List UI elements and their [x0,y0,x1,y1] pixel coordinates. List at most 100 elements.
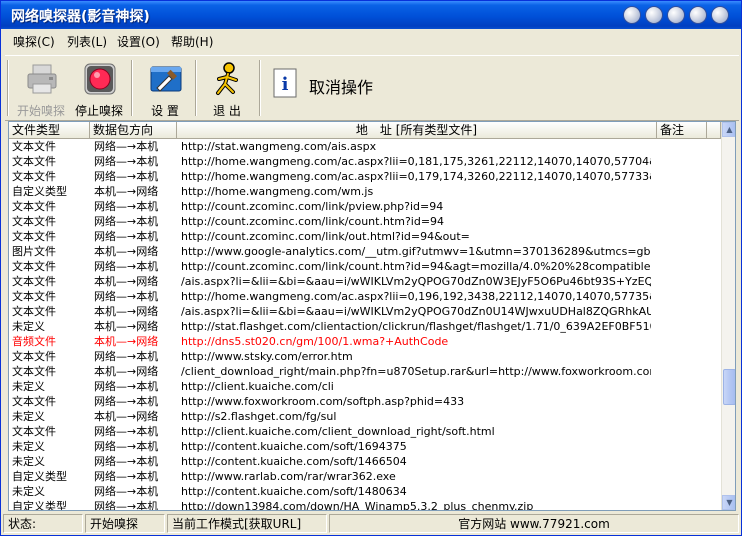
table-row[interactable]: 文本文件 本机—→网络/ais.aspx?li=&lii=&bi=&aau=i/w… [9,304,721,319]
cell-direction: 网络—→本机 [94,140,159,153]
cell-address: http://count.zcominc.com/link/count.htm?… [181,260,651,273]
cell-file-type: 文本文件 [12,290,56,303]
table-row[interactable]: 图片文件 本机—→网络 http://www.google-analytics.co… [9,244,721,259]
cell-address: http://down13984.com/down/HA_Winamp5.3.2… [181,500,534,511]
start-sniff-label: 开始嗅探 [16,104,65,118]
table-row[interactable]: 自定义类型 本机—→网络 http://home.wangmeng.com/wm.j… [9,184,721,199]
vertical-scrollbar[interactable]: ▲ ▼ [721,122,735,510]
cell-file-type: 未定义 [12,440,45,453]
scroll-down-icon[interactable]: ▼ [722,495,735,510]
cell-address: http://home.wangmeng.com/ac.aspx?lii=0,1… [181,290,651,303]
printer-icon [27,64,57,94]
table-header: 文件类型 数据包方向 地 址 [所有类型文件] 备注 [9,122,721,139]
cell-direction: 网络—→本机 [94,170,159,183]
cell-direction: 网络—→本机 [94,380,159,393]
table-row[interactable]: 文本文件 网络—→本机 http://home.wangmeng.com/ac.as… [9,169,721,184]
cell-file-type: 未定义 [12,320,45,333]
help-icon[interactable] [623,6,641,24]
stop-sniff-button[interactable]: 停止嗅探 [71,58,127,118]
status-bar: 状态: 开始嗅探 当前工作模式[获取URL] 官方网站 www.77921.co… [1,513,741,535]
col-direction[interactable]: 数据包方向 [90,122,177,139]
cell-file-type: 文本文件 [12,155,56,168]
table-row[interactable]: 未定义 网络—→本机 http://content.kuaiche.com/soft… [9,484,721,499]
col-filler [707,122,721,139]
toolbar-separator [131,60,133,116]
cell-direction: 网络—→本机 [94,230,159,243]
cell-file-type: 文本文件 [12,305,56,318]
cell-direction: 本机—→网络 [94,410,159,423]
status-mode: 当前工作模式[获取URL] [167,514,327,533]
cell-address: http://stat.flashget.com/clientaction/cl… [181,320,651,333]
cell-address: http://www.foxworkroom.com/softph.asp?ph… [181,395,465,408]
scroll-up-icon[interactable]: ▲ [722,122,735,137]
cell-file-type: 文本文件 [12,395,56,408]
menu-sniff[interactable]: 嗅探(C) [13,33,55,50]
cell-direction: 本机—→网络 [94,305,159,318]
cell-address: http://content.kuaiche.com/soft/1694375 [181,440,407,453]
cell-direction: 网络—→本机 [94,200,159,213]
cell-address: http://www.google-analytics.com/__utm.gi… [181,245,651,258]
cell-direction: 网络—→本机 [94,485,159,498]
status-state: 开始嗅探 [85,514,165,533]
table-row[interactable]: 未定义 网络—→本机 http://content.kuaiche.com/soft… [9,439,721,454]
cell-direction: 本机—→网络 [94,275,159,288]
table-row[interactable]: 文本文件 网络—→本机 http://client.kuaiche.com/clie… [9,424,721,439]
table-row[interactable]: 自定义类型 网络—→本机 http://down13984.com/down/HA_… [9,499,721,511]
cell-address: /ais.aspx?li=&lii=&bi=&aau=i/wWIKLVm2yQP… [181,305,651,318]
start-sniff-button[interactable]: 开始嗅探 [13,58,69,118]
table-row[interactable]: 文本文件 网络—→本机 http://home.wangmeng.com/ac.as… [9,289,721,304]
menu-settings[interactable]: 设置(O) [117,33,160,50]
rollup-icon[interactable] [645,6,663,24]
table-row[interactable]: 文本文件 本机—→网络/client_download_right/main.ph… [9,364,721,379]
col-file-type[interactable]: 文件类型 [9,122,90,139]
cell-address: /ais.aspx?li=&lii=&bi=&aau=i/wWIKLVm2yQP… [181,275,651,288]
maximize-icon[interactable] [689,6,707,24]
cell-address: http://client.kuaiche.com/cli [181,380,334,393]
col-address[interactable]: 地 址 [所有类型文件] [177,122,657,139]
table-row[interactable]: 未定义 本机—→网络 http://stat.flashget.com/client… [9,319,721,334]
cell-direction: 网络—→本机 [94,470,159,483]
table-row[interactable]: 未定义 网络—→本机 http://client.kuaiche.com/cli [9,379,721,394]
table-row[interactable]: 文本文件 网络—→本机 http://count.zcominc.com/link/… [9,199,721,214]
table-row[interactable]: 文本文件 网络—→本机 http://stat.wangmeng.com/ais.a… [9,139,721,154]
cell-address: http://home.wangmeng.com/ac.aspx?lii=0,1… [181,155,651,168]
info-icon[interactable]: i [273,68,297,98]
cell-file-type: 文本文件 [12,200,56,213]
settings-button[interactable]: 设 置 [137,58,193,118]
table-row[interactable]: 自定义类型 网络—→本机 http://www.rarlab.com/rar/wra… [9,469,721,484]
menu-help[interactable]: 帮助(H) [171,33,213,50]
cell-address: http://dns5.st020.cn/gm/100/1.wma?+AuthC… [181,335,449,348]
cell-file-type: 文本文件 [12,140,56,153]
cancel-operation-button[interactable]: 取消操作 [309,74,373,98]
table-row[interactable]: 文本文件 本机—→网络/ais.aspx?li=&lii=&bi=&aau=i/w… [9,274,721,289]
close-icon[interactable] [711,6,729,24]
menu-list[interactable]: 列表(L) [67,33,107,50]
table-row[interactable]: 文本文件 网络—→本机 http://www.stsky.com/error.htm [9,349,721,364]
table-row[interactable]: 文本文件 网络—→本机 http://home.wangmeng.com/ac.as… [9,154,721,169]
cell-file-type: 未定义 [12,410,45,423]
table-row[interactable]: 文本文件 网络—→本机 http://count.zcominc.com/link/… [9,214,721,229]
exit-button[interactable]: 退 出 [199,58,255,118]
cell-direction: 本机—→网络 [94,335,159,348]
cell-address: /client_download_right/main.php?fn=u870S… [181,365,651,378]
cell-file-type: 文本文件 [12,215,56,228]
col-remark[interactable]: 备注 [657,122,707,139]
table-row[interactable]: 未定义 本机—→网络 http://s2.flashget.com/fg/sul [9,409,721,424]
cell-direction: 网络—→本机 [94,155,159,168]
table-row[interactable]: 文本文件 网络—→本机 http://count.zcominc.com/link/… [9,259,721,274]
toolbar-separator [195,60,197,116]
cell-file-type: 文本文件 [12,275,56,288]
table-row[interactable]: 文本文件 网络—→本机 http://count.zcominc.com/link/… [9,229,721,244]
minimize-icon[interactable] [667,6,685,24]
cell-address: http://stat.wangmeng.com/ais.aspx [181,140,377,153]
table-row[interactable]: 未定义 网络—→本机 http://content.kuaiche.com/soft… [9,454,721,469]
title-bar[interactable]: 网络嗅探器(影音神探) [1,1,741,29]
cell-address: http://count.zcominc.com/link/count.htm?… [181,215,445,228]
cell-address: http://content.kuaiche.com/soft/1466504 [181,455,407,468]
settings-icon [150,66,182,92]
table-row[interactable]: 音频文件 本机—→网络 http://dns5.st020.cn/gm/100/1.… [9,334,721,349]
cell-direction: 本机—→网络 [94,320,159,333]
svg-text:i: i [282,74,289,95]
table-row[interactable]: 文本文件 网络—→本机 http://www.foxworkroom.com/sof… [9,394,721,409]
scroll-thumb[interactable] [723,368,735,405]
